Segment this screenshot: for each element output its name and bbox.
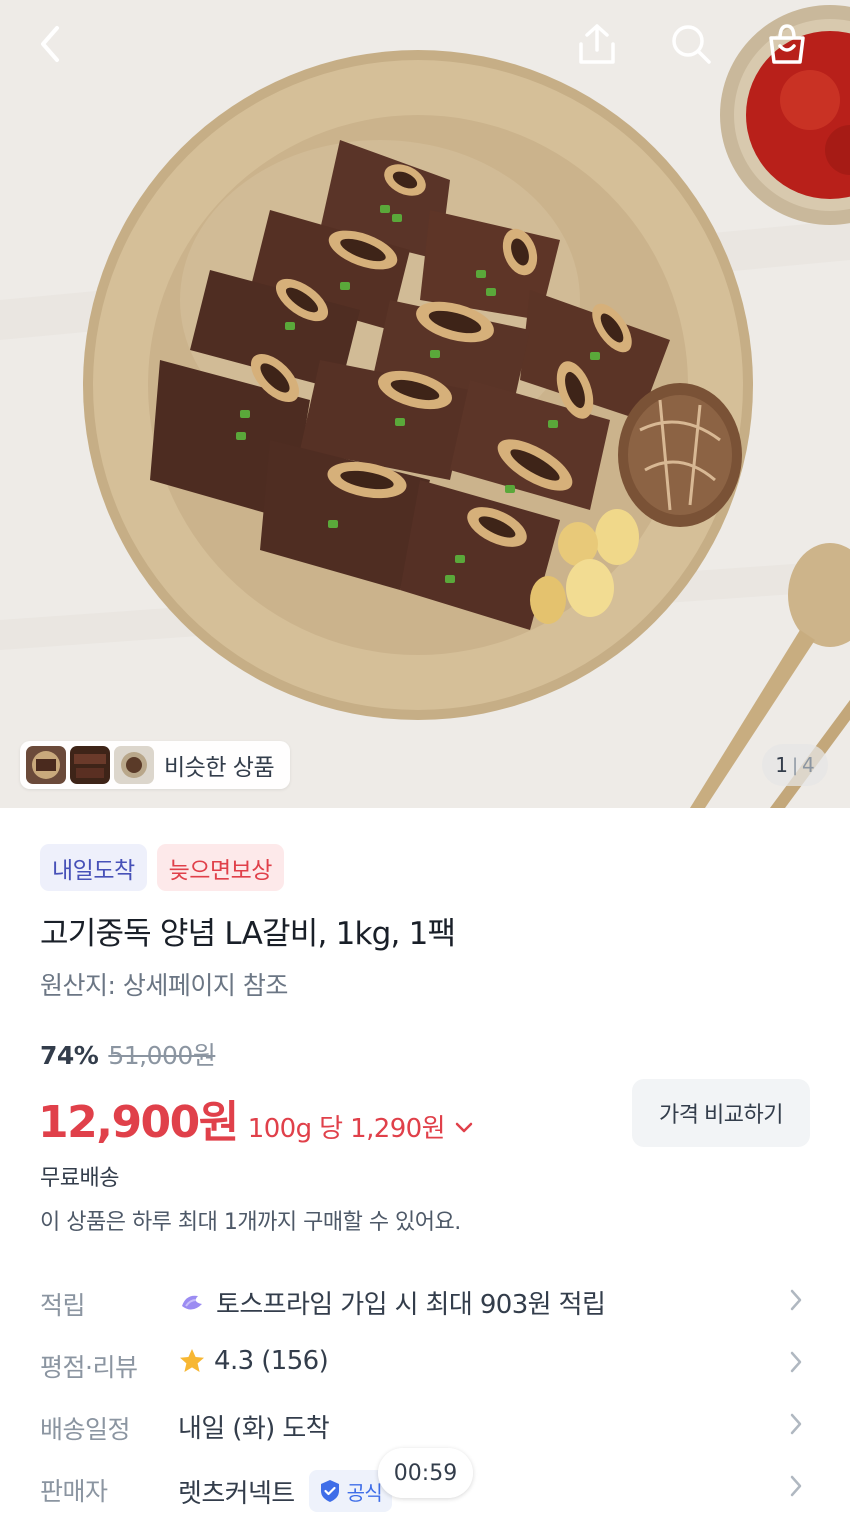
sale-price: 12,900원	[38, 1097, 239, 1148]
cart-icon	[769, 24, 805, 64]
arrival-tomorrow-badge: 내일도착	[40, 844, 147, 891]
product-photo	[0, 0, 850, 808]
unit-price-toggle[interactable]: 100g 당 1,290원	[248, 1108, 446, 1145]
official-badge-label: 공식	[346, 1480, 383, 1505]
back-icon	[41, 26, 59, 62]
origin-text: 원산지: 상세페이지 참조	[40, 971, 288, 1000]
product-image-gallery[interactable]: 비슷한 상품 1 | 4	[0, 0, 850, 808]
delivery-row[interactable]: 배송일정 내일 (화) 도착	[0, 1396, 850, 1452]
seller-name: 렛츠커넥트	[178, 1478, 295, 1509]
chevron-right-icon	[790, 1289, 802, 1311]
seller-value: 렛츠커넥트 공식	[178, 1470, 393, 1512]
pager-current: 1	[775, 753, 788, 777]
original-price: 51,000원	[108, 1041, 216, 1070]
rating-value: 4.3 (156)	[178, 1346, 329, 1376]
star-icon	[180, 1349, 204, 1372]
rating-row[interactable]: 평점·리뷰 4.3 (156)	[0, 1334, 850, 1390]
chevron-right-icon	[790, 1413, 802, 1435]
product-title: 고기중독 양념 LA갈비, 1kg, 1팩	[40, 916, 456, 952]
cart-button[interactable]	[757, 14, 817, 74]
delivery-value: 내일 (화) 도착	[178, 1414, 330, 1444]
discount-rate: 74%	[40, 1041, 99, 1070]
rating-value-text: 4.3 (156)	[214, 1346, 329, 1376]
similar-products-label: 비슷한 상품	[164, 755, 275, 781]
chevron-down-icon[interactable]	[455, 1122, 473, 1134]
points-value: 토스프라임 가입 시 최대 903원 적립	[178, 1284, 606, 1321]
similar-thumb-2	[70, 746, 110, 784]
share-icon	[579, 24, 615, 64]
rating-label: 평점·리뷰	[40, 1353, 138, 1382]
back-button[interactable]	[20, 14, 80, 74]
chevron-right-icon	[790, 1351, 802, 1373]
pager-total: 4	[802, 753, 815, 777]
free-shipping-text: 무료배송	[40, 1166, 119, 1191]
floating-timer: 00:59	[378, 1448, 473, 1498]
price-compare-button[interactable]: 가격 비교하기	[632, 1079, 810, 1147]
search-button[interactable]	[661, 14, 721, 74]
similar-products-button[interactable]: 비슷한 상품	[20, 741, 290, 789]
delivery-badges: 내일도착 늦으면보상	[40, 844, 294, 891]
image-pager: 1 | 4	[762, 744, 828, 786]
search-icon	[672, 25, 711, 64]
points-label: 적립	[40, 1291, 86, 1320]
toss-prime-icon	[182, 1295, 202, 1310]
purchase-limit-note: 이 상품은 하루 최대 1개까지 구매할 수 있어요.	[40, 1210, 461, 1235]
similar-thumb-1	[26, 746, 66, 784]
points-row[interactable]: 적립 토스프라임 가입 시 최대 903원 적립	[0, 1272, 850, 1328]
late-compensation-badge: 늦으면보상	[156, 844, 284, 891]
similar-thumb-3	[114, 746, 154, 784]
delivery-label: 배송일정	[40, 1415, 131, 1444]
pager-separator: |	[791, 754, 799, 776]
price-row: 12,900원 100g 당 1,290원	[38, 1086, 473, 1150]
seller-label: 판매자	[40, 1477, 108, 1506]
chevron-right-icon	[790, 1475, 802, 1497]
verified-shield-icon	[320, 1480, 339, 1502]
share-button[interactable]	[567, 14, 627, 74]
discount-row: 74% 51,000원	[40, 1036, 216, 1072]
points-value-text: 토스프라임 가입 시 최대 903원 적립	[216, 1290, 606, 1320]
